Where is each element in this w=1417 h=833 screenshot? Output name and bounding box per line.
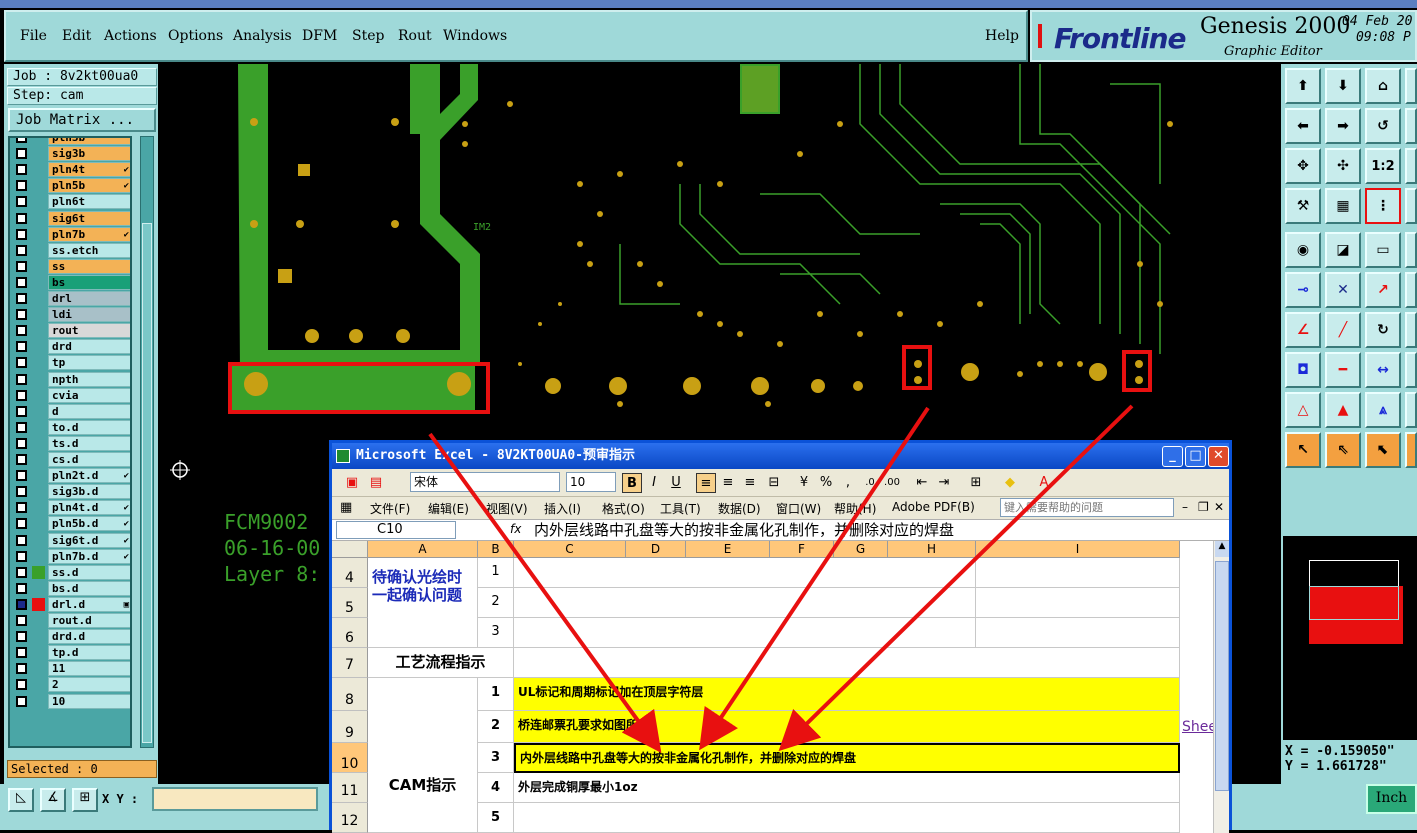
arrow-2 — [699, 406, 930, 751]
annotation-arrows — [428, 404, 1134, 753]
arrow-1 — [428, 432, 662, 753]
arrow-3 — [778, 404, 1134, 752]
